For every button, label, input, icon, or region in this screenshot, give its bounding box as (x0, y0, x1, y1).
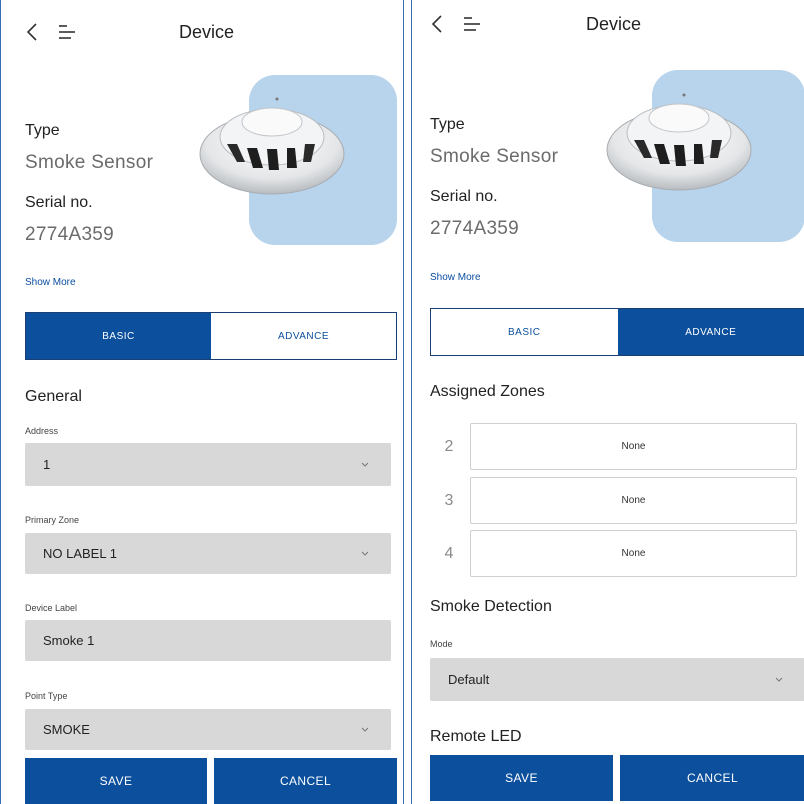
smoke-detector-image (199, 97, 345, 195)
tab-bar: BASIC ADVANCE (25, 312, 397, 360)
back-arrow-icon[interactable] (25, 22, 39, 42)
primary-zone-label: Primary Zone (25, 515, 80, 525)
tab-advance[interactable]: ADVANCE (617, 309, 804, 355)
chevron-down-icon (361, 462, 369, 467)
smoke-detector-image (606, 93, 752, 191)
mode-label: Mode (430, 639, 453, 649)
device-label-input[interactable]: Smoke 1 (25, 620, 391, 661)
chevron-down-icon (775, 677, 783, 682)
serial-value: 2774A359 (430, 218, 520, 239)
address-label: Address (25, 426, 59, 436)
type-value: Smoke Sensor (430, 146, 559, 167)
show-more-link[interactable]: Show More (430, 272, 481, 283)
cancel-button[interactable]: CANCEL (620, 755, 804, 801)
tab-advance[interactable]: ADVANCE (211, 313, 396, 359)
menu-lines-icon[interactable] (57, 23, 77, 41)
zone-select[interactable]: None (470, 423, 797, 470)
general-section-title: General (25, 388, 82, 405)
remote-led-title: Remote LED (430, 728, 522, 745)
show-more-link[interactable]: Show More (25, 277, 76, 288)
type-label: Type (25, 122, 60, 139)
point-type-value: SMOKE (43, 722, 90, 737)
save-button[interactable]: SAVE (25, 758, 207, 804)
page-title: Device (179, 22, 235, 42)
type-value: Smoke Sensor (25, 152, 154, 173)
chevron-down-icon (361, 727, 369, 732)
serial-label: Serial no. (25, 194, 93, 211)
zone-number: 4 (444, 545, 454, 562)
tab-bar: BASIC ADVANCE (430, 308, 804, 356)
device-label-label: Device Label (25, 603, 78, 613)
mode-value: Default (448, 672, 490, 687)
device-screen-advance: Device Type Smoke Sensor Serial no. 2774… (411, 0, 804, 804)
serial-label: Serial no. (430, 188, 498, 205)
primary-zone-value: NO LABEL 1 (43, 546, 117, 561)
mode-select[interactable]: Default (430, 658, 804, 701)
serial-value: 2774A359 (25, 224, 115, 245)
chevron-down-icon (361, 551, 369, 556)
page-title: Device (586, 14, 642, 34)
save-button[interactable]: SAVE (430, 755, 613, 801)
primary-zone-select[interactable]: NO LABEL 1 (25, 533, 391, 574)
cancel-button[interactable]: CANCEL (214, 758, 397, 804)
menu-lines-icon[interactable] (462, 15, 482, 33)
address-value: 1 (43, 457, 51, 472)
zone-number: 3 (444, 492, 454, 509)
zone-select[interactable]: None (470, 477, 797, 524)
tab-basic[interactable]: BASIC (26, 313, 211, 359)
type-label: Type (430, 116, 465, 133)
point-type-label: Point Type (25, 691, 68, 701)
smoke-detection-title: Smoke Detection (430, 598, 552, 615)
device-label-value: Smoke 1 (43, 633, 95, 648)
back-arrow-icon[interactable] (430, 14, 444, 34)
tab-basic[interactable]: BASIC (431, 309, 618, 355)
zone-select[interactable]: None (470, 530, 797, 577)
address-select[interactable]: 1 (25, 443, 391, 486)
point-type-select[interactable]: SMOKE (25, 709, 391, 750)
zone-number: 2 (444, 438, 454, 455)
assigned-zones-title: Assigned Zones (430, 383, 545, 400)
device-screen-basic: Device Type Smoke Sensor Serial no. 2774… (0, 0, 404, 804)
